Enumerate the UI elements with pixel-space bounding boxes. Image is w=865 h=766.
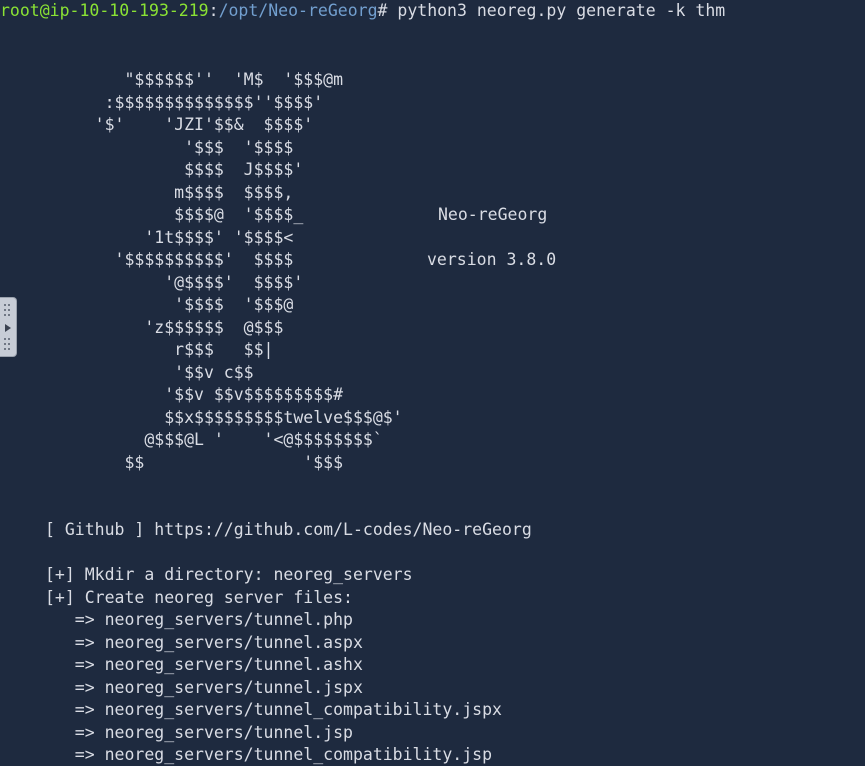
ascii-art-line: '$$$$ '$$$@ <box>45 295 294 314</box>
prompt-user-host: root@ip-10-10-193-219 <box>0 1 209 20</box>
output-line: => neoreg_servers/tunnel_compatibility.j… <box>45 745 493 764</box>
ascii-art-line: "$$$$$$'' 'M$ '$$$@m <box>45 70 344 89</box>
chevron-right-icon <box>5 324 11 332</box>
ascii-art-line: '$$$$$$$$$$' $$$$ <box>45 250 294 269</box>
grip-dots <box>4 309 12 311</box>
github-line: [ Github ] https://github.com/L-codes/Ne… <box>45 520 532 539</box>
ascii-art-line: $$$$ J$$$$' <box>45 160 304 179</box>
ascii-art-line: '$' 'JZI'$$& $$$$' <box>45 115 314 134</box>
ascii-art-line: '@$$$$' $$$$' <box>45 273 304 292</box>
terminal-window[interactable]: root@ip-10-10-193-219:/opt/Neo-reGeorg# … <box>0 0 865 766</box>
ascii-art-line: 'z$$$$$$ @$$$ <box>45 318 284 337</box>
side-panel-handle[interactable] <box>0 297 17 357</box>
ascii-art-line: :$$$$$$$$$$$$$$''$$$$' <box>45 93 324 112</box>
output-line: => neoreg_servers/tunnel.jspx <box>45 678 363 697</box>
output-line: [+] Mkdir a directory: neoreg_servers <box>45 565 413 584</box>
ascii-art-line: $$$$@ '$$$$_ <box>45 205 304 224</box>
banner-name: Neo-reGeorg <box>438 205 548 224</box>
prompt-separator: : <box>208 1 219 20</box>
ascii-art-line: '$$v c$$ <box>45 363 254 382</box>
ascii-art-line: m$$$$ $$$$, <box>45 183 294 202</box>
prompt-path: /opt/Neo-reGeorg <box>218 1 378 20</box>
ascii-art-line: '1t$$$$' '$$$$< <box>45 228 294 247</box>
output-line: => neoreg_servers/tunnel.php <box>45 610 353 629</box>
output-line: => neoreg_servers/tunnel.jsp <box>45 723 353 742</box>
output-line: => neoreg_servers/tunnel_compatibility.j… <box>45 700 502 719</box>
ascii-art-line: r$$$ $$| <box>45 340 274 359</box>
prompt-command: python3 neoreg.py generate -k thm <box>397 1 726 20</box>
prompt-hash: # <box>377 1 398 20</box>
output-line: => neoreg_servers/tunnel.aspx <box>45 633 363 652</box>
ascii-art-line: '$$$ '$$$$ <box>45 138 294 157</box>
banner-version: version 3.8.0 <box>427 250 557 269</box>
grip-dots <box>4 338 12 340</box>
grip-dots <box>4 304 12 306</box>
grip-dots <box>4 343 12 345</box>
output-line: => neoreg_servers/tunnel.ashx <box>45 655 363 674</box>
ascii-art-line: @$$$@L ' '<@$$$$$$$$` <box>45 430 383 449</box>
ascii-art-line: $$x$$$$$$$$$twelve$$$@$' <box>45 408 403 427</box>
grip-dots <box>4 314 12 316</box>
command-prompt-line: root@ip-10-10-193-219:/opt/Neo-reGeorg# … <box>0 0 725 23</box>
grip-dots <box>4 348 12 350</box>
ascii-art-line: '$$v $$v$$$$$$$$$# <box>45 385 344 404</box>
output-line: [+] Create neoreg server files: <box>45 588 353 607</box>
ascii-art-line: $$ '$$$ <box>45 453 344 472</box>
